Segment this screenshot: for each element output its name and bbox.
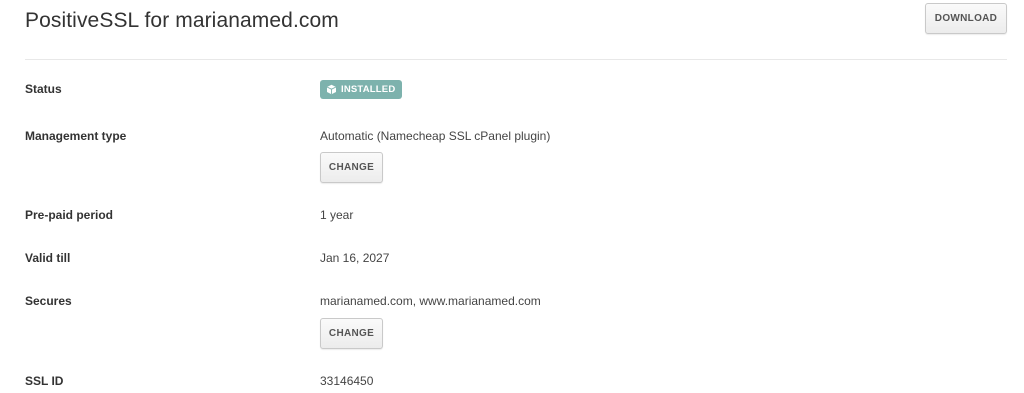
- status-badge-text: INSTALLED: [341, 84, 396, 95]
- status-label: Status: [25, 82, 62, 96]
- secures-value: marianamed.com, www.marianamed.com: [320, 294, 541, 308]
- secures-label: Secures: [25, 294, 72, 308]
- page-title: PositiveSSL for marianamed.com: [25, 9, 339, 32]
- ssl-id-value: 33146450: [320, 374, 374, 388]
- management-type-label: Management type: [25, 129, 127, 143]
- prepaid-period-label: Pre-paid period: [25, 208, 114, 222]
- header-divider: [25, 59, 1007, 60]
- management-type-value: Automatic (Namecheap SSL cPanel plugin): [320, 129, 551, 143]
- download-button[interactable]: DOWNLOAD: [925, 3, 1007, 34]
- status-badge: INSTALLED: [320, 80, 403, 99]
- prepaid-period-value: 1 year: [320, 208, 354, 222]
- valid-till-label: Valid till: [25, 251, 71, 265]
- change-secures-button[interactable]: CHANGE: [320, 318, 383, 349]
- ssl-id-label: SSL ID: [25, 374, 64, 388]
- change-management-type-button[interactable]: CHANGE: [320, 152, 383, 183]
- ssl-details-page: PositiveSSL for marianamed.com DOWNLOAD …: [0, 0, 1024, 393]
- valid-till-value: Jan 16, 2027: [320, 251, 390, 265]
- box-icon: [326, 84, 337, 95]
